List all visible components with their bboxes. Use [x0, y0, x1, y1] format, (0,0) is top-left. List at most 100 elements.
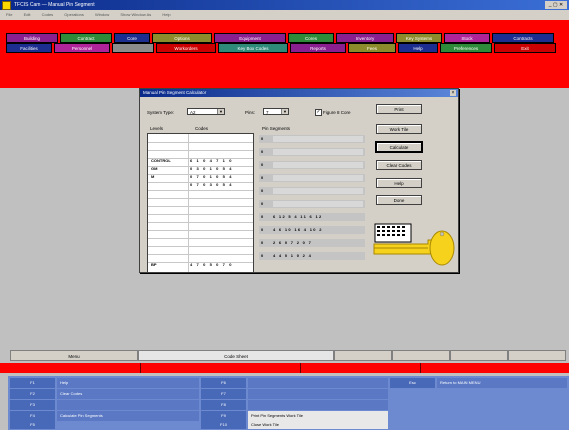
fkey-f1[interactable]: F1 [10, 378, 55, 388]
menu-operations[interactable]: Operations [64, 12, 84, 17]
fkey-f7[interactable]: F7 [201, 389, 246, 399]
level-cell[interactable]: M [151, 174, 154, 179]
tab-workorders[interactable]: Workorders [156, 43, 216, 53]
app-icon [2, 1, 11, 10]
tab-row-2: Facilities Personnel Workorders Key Box … [6, 43, 556, 53]
tab-key-systems[interactable]: Key Systems [396, 33, 442, 43]
tab-blank[interactable] [112, 43, 154, 53]
tab-fees[interactable]: Fees [348, 43, 396, 53]
menu-show-window-as[interactable]: Show Window As [120, 12, 151, 17]
system-type-label: System Type: [147, 110, 175, 115]
system-type-value: A2 [190, 110, 196, 115]
level-cell[interactable]: CONTROL [151, 158, 171, 163]
fkey-f2[interactable]: F2 [10, 389, 55, 399]
menu-help[interactable]: Help [162, 12, 170, 17]
fkey-f2-desc: Clear Codes [57, 389, 199, 399]
clear-codes-button[interactable]: Clear Codes [376, 160, 422, 170]
segment-row: 0 [259, 135, 365, 143]
tab-menu[interactable]: Menu [10, 350, 138, 361]
pin-segments-header: Pin Segments [262, 126, 291, 131]
segment-row: 0 [259, 174, 365, 182]
segment-row: 06 12 5 4 11 6 12 [259, 213, 365, 221]
tab-help[interactable]: Help [398, 43, 438, 53]
system-type-select[interactable]: A2 ▼ [187, 108, 225, 115]
code-cell[interactable]: 4 7 0 5 0 7 0 [190, 262, 233, 267]
key-icon [373, 223, 455, 266]
pins-value: 7 [266, 110, 269, 115]
tab-contract[interactable]: Contract [60, 33, 112, 43]
window-title: TFCIS Cam — Manual Pin Segment [14, 2, 95, 8]
fkey-f7-desc [248, 389, 388, 399]
fkey-f4[interactable]: F4 [10, 411, 55, 421]
tab-stock[interactable]: Stock [444, 33, 490, 43]
tab-empty[interactable] [450, 350, 508, 361]
tab-key-box-codes[interactable]: Key Box Codes [218, 43, 288, 53]
segment-row: 02 6 0 7 2 0 7 [259, 239, 365, 247]
fkey-f8[interactable]: F8 [201, 400, 246, 410]
level-cell[interactable]: GM [151, 166, 157, 171]
segment-row: 0 [259, 200, 365, 208]
codes-header: Codes [195, 126, 209, 131]
print-button[interactable]: Print [376, 104, 422, 114]
codes-grid[interactable]: CONTROL 6 1 0 4 7 1 0 GM 0 3 0 1 0 5 4 M… [147, 133, 254, 273]
calculate-button[interactable]: Calculate [376, 142, 422, 152]
fkey-f8-desc [248, 400, 388, 410]
close-icon[interactable]: × [450, 90, 456, 96]
tab-equipment[interactable]: Equipment [214, 33, 286, 43]
tab-personnel[interactable]: Personnel [54, 43, 110, 53]
tab-preferences[interactable]: Preferences [440, 43, 492, 53]
fkey-f9[interactable]: F9 [201, 411, 246, 421]
fkey-f5[interactable]: F5 [10, 421, 55, 429]
menu-edit[interactable]: Edit [24, 12, 31, 17]
status-strip [0, 363, 569, 373]
dialog-title: Manual Pin Segment Calculator [143, 90, 207, 95]
segment-row: 04 6 10 16 4 10 2 [259, 226, 365, 234]
fkey-f10[interactable]: F10 [201, 421, 246, 429]
tab-options[interactable]: Options [152, 33, 212, 43]
menu-window[interactable]: Window [95, 12, 109, 17]
tab-empty[interactable] [392, 350, 450, 361]
header-panel: Building Contract Core Options Equipment… [0, 20, 569, 88]
code-cell[interactable]: 0 3 0 1 0 5 4 [190, 166, 233, 171]
tab-empty[interactable] [334, 350, 392, 361]
tab-cores[interactable]: Cores [288, 33, 334, 43]
code-cell[interactable]: 0 7 0 3 0 5 4 [190, 182, 233, 187]
fkey-f3[interactable]: F3 [10, 400, 55, 410]
window-controls[interactable]: _ ▢ ✕ [545, 1, 567, 9]
tab-reports[interactable]: Reports [290, 43, 346, 53]
figure8-label: Figure 8 Core [323, 110, 351, 115]
done-button[interactable]: Done [376, 195, 422, 205]
fkey-f6[interactable]: F6 [201, 378, 246, 388]
pins-select[interactable]: 7 ▼ [263, 108, 289, 115]
chevron-down-icon: ▼ [217, 109, 224, 114]
work-tile-button[interactable]: Work Tile [376, 124, 422, 134]
tab-building[interactable]: Building [6, 33, 58, 43]
fkey-esc[interactable]: Esc [390, 378, 435, 388]
tab-facilities[interactable]: Facilities [6, 43, 52, 53]
segment-row: 0 [259, 187, 365, 195]
tab-contracts[interactable]: Contracts [492, 33, 554, 43]
tab-core[interactable]: Core [114, 33, 150, 43]
tab-empty[interactable] [508, 350, 566, 361]
code-cell[interactable]: 6 1 0 4 7 1 0 [190, 158, 233, 163]
segment-row: 0 [259, 148, 365, 156]
pins-label: Pins: [245, 110, 256, 115]
fkey-f9-desc: Print Pin Segments Work Tile [248, 411, 388, 421]
level-cell[interactable]: BP [151, 262, 157, 267]
fkey-f10-desc: Close Work Tile [248, 421, 388, 429]
tab-exit[interactable]: Exit [494, 43, 556, 53]
figure8-checkbox[interactable]: ✓ [315, 109, 322, 116]
bottom-tabs: Menu Code Sheet [10, 350, 566, 361]
menu-file[interactable]: File [6, 12, 12, 17]
fkey-esc-desc: Return to MAIN MENU [437, 378, 567, 388]
fkey-f4-desc: Calculate Pin Segments [57, 411, 199, 421]
menu-codes[interactable]: Codes [42, 12, 54, 17]
tab-inventory[interactable]: Inventory [336, 33, 394, 43]
segment-row: 04 4 0 1 0 2 4 [259, 252, 365, 260]
fkey-f3-desc [57, 400, 199, 410]
chevron-down-icon: ▼ [281, 109, 288, 114]
code-cell[interactable]: 0 7 0 1 0 5 4 [190, 174, 233, 179]
help-button[interactable]: Help [376, 178, 422, 188]
dialog-titlebar: Manual Pin Segment Calculator × [140, 89, 458, 97]
tab-code-sheet[interactable]: Code Sheet [138, 350, 334, 361]
